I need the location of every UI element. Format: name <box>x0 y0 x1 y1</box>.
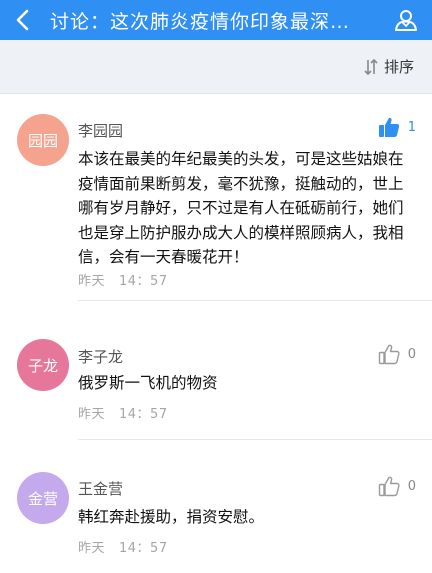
sort-label: 排序 <box>383 58 414 76</box>
avatar[interactable]: 金营 <box>17 472 69 524</box>
like-count: 0 <box>407 346 416 362</box>
sort-button[interactable]: 排序 <box>364 56 414 77</box>
chevron-left-icon <box>16 9 29 31</box>
comment-date: 昨天 <box>78 274 106 289</box>
page-title: 讨论：这次肺炎疫情你印象最深… <box>50 10 351 33</box>
comment-text: 俄罗斯一飞机的物资 <box>78 374 218 392</box>
comment-author[interactable]: 李子龙 <box>78 346 123 367</box>
like-button[interactable]: 1 <box>378 116 416 138</box>
comment-timestamp: 昨天 14：57 <box>78 270 168 289</box>
sort-bar: 排序 <box>0 40 432 94</box>
comment-timestamp: 昨天 14：57 <box>78 537 168 556</box>
like-button[interactable]: 0 <box>378 343 416 365</box>
comment-timestamp: 昨天 14：57 <box>78 403 168 422</box>
comment-item: 子龙 李子龙 0 俄罗斯一飞机的物资 昨天 14：57 <box>0 301 432 441</box>
back-button[interactable] <box>0 0 44 40</box>
thumbs-up-icon <box>378 344 400 365</box>
comment-date: 昨天 <box>78 407 106 422</box>
comment-date: 昨天 <box>78 541 106 556</box>
thumbs-up-icon <box>378 117 399 137</box>
like-count: 1 <box>407 119 416 135</box>
sort-icon <box>364 58 378 75</box>
comment-text: 韩红奔赴援助，捐资安慰。 <box>78 508 265 526</box>
comment-author[interactable]: 王金营 <box>78 478 123 499</box>
user-button[interactable] <box>380 0 432 40</box>
avatar[interactable]: 子龙 <box>17 339 69 391</box>
thumbs-up-icon <box>378 476 400 497</box>
like-count: 0 <box>407 478 416 494</box>
avatar[interactable]: 园园 <box>17 114 69 166</box>
comment-time: 14：57 <box>119 541 168 556</box>
comment-time: 14：57 <box>119 407 168 422</box>
comment-author[interactable]: 李园园 <box>78 120 123 141</box>
comment-item: 金营 王金营 0 韩红奔赴援助，捐资安慰。 昨天 14：57 <box>0 440 432 573</box>
user-icon <box>395 10 417 31</box>
like-button[interactable]: 0 <box>378 475 416 497</box>
comment-time: 14：57 <box>119 274 168 289</box>
comment-item: 园园 李园园 1 本该在最美的年纪最美的头发，可是这些姑娘在疫情面前果断剪发，毫… <box>0 94 432 301</box>
top-nav-bar: 讨论：这次肺炎疫情你印象最深… <box>0 0 432 40</box>
comment-text: 本该在最美的年纪最美的头发，可是这些姑娘在疫情面前果断剪发，毫不犹豫，挺触动的，… <box>78 150 404 266</box>
